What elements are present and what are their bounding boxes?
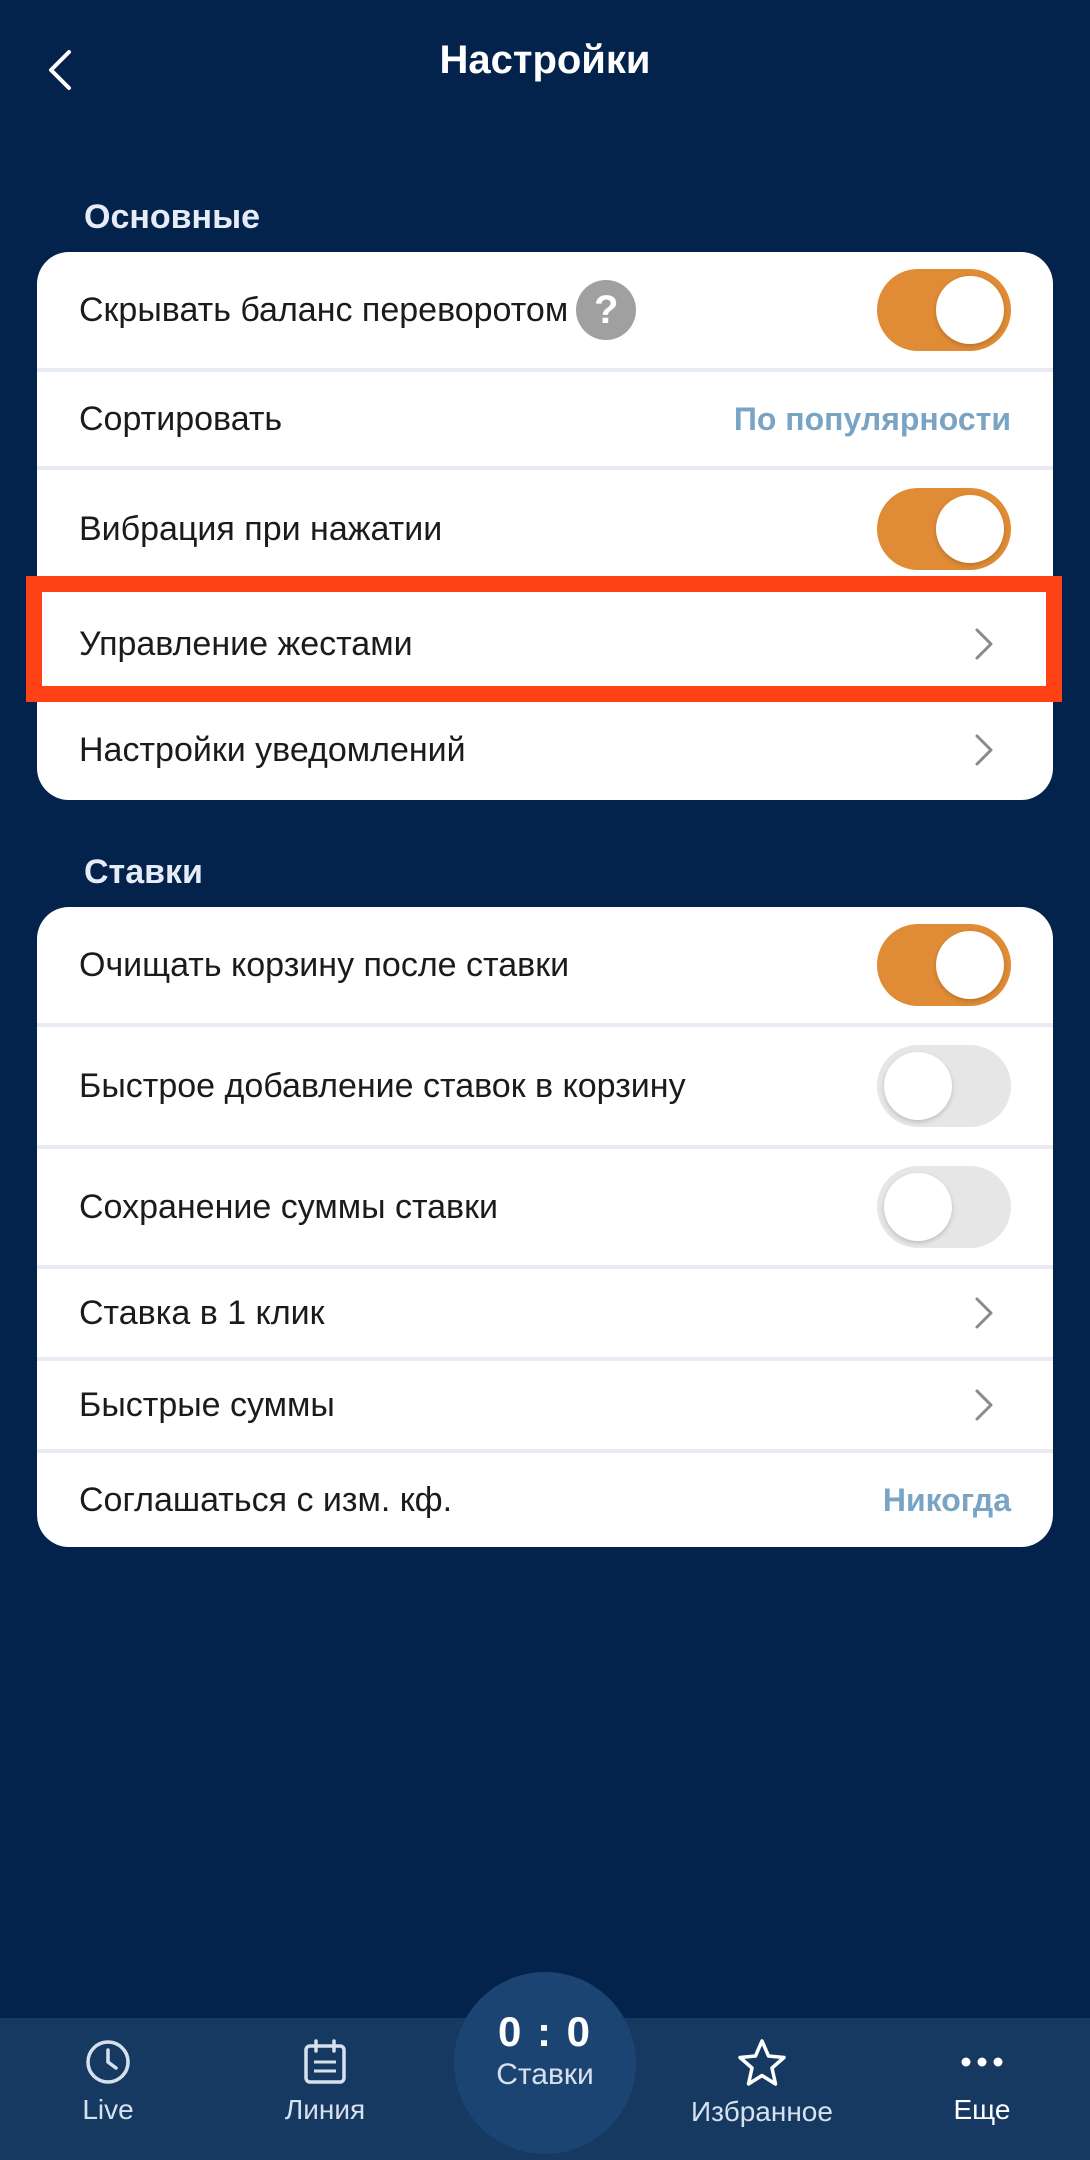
chevron-right-icon (975, 734, 993, 766)
bet-count: 0 : 0 (497, 2008, 593, 2055)
row-quick-amounts[interactable]: Быстрые суммы (37, 1361, 1053, 1453)
toggle-knob (936, 276, 1004, 344)
calendar-icon (304, 2039, 346, 2084)
toggle-quick-add[interactable] (877, 1045, 1011, 1127)
nav-favorites[interactable]: Избранное (662, 2038, 862, 2148)
toggle-knob (884, 1173, 952, 1241)
nav-live[interactable]: Live (8, 2038, 208, 2148)
row-label: Ставка в 1 клик (79, 1293, 325, 1332)
row-label: Настройки уведомлений (79, 730, 466, 769)
toggle-knob (936, 495, 1004, 563)
row-label: Сохранение суммы ставки (79, 1187, 498, 1226)
bet-slip-label: Ставки (496, 2058, 594, 2091)
page-title: Настройки (439, 38, 651, 82)
odds-change-value[interactable]: Никогда (883, 1482, 1011, 1519)
row-hide-balance[interactable]: Скрывать баланс переворотом ? (37, 252, 1053, 372)
toggle-clear-cart[interactable] (877, 924, 1011, 1006)
row-sort[interactable]: Сортировать По популярности (37, 372, 1053, 470)
settings-screen: Настройки Основные Скрывать баланс перев… (0, 0, 1090, 2160)
section-title-main: Основные (84, 198, 261, 236)
row-notifications[interactable]: Настройки уведомлений (37, 700, 1053, 800)
help-icon[interactable]: ? (576, 280, 637, 340)
clock-icon (86, 2040, 130, 2084)
row-save-amount[interactable]: Сохранение суммы ставки (37, 1149, 1053, 1269)
row-clear-cart[interactable]: Очищать корзину после ставки (37, 907, 1053, 1027)
row-one-click-bet[interactable]: Ставка в 1 клик (37, 1269, 1053, 1361)
row-vibration[interactable]: Вибрация при нажатии (37, 470, 1053, 592)
row-accept-odds-change[interactable]: Соглашаться с изм. кф. Никогда (37, 1453, 1053, 1547)
toggle-hide-balance[interactable] (877, 269, 1011, 351)
row-label: Вибрация при нажатии (79, 509, 443, 548)
chevron-right-icon (975, 1297, 993, 1329)
row-label: Соглашаться с изм. кф. (79, 1480, 453, 1519)
row-label: Быстрые суммы (79, 1385, 335, 1424)
more-dots-icon (961, 2057, 1003, 2067)
nav-label: Избранное (691, 2096, 833, 2127)
chevron-right-icon (975, 628, 993, 660)
nav-label: Live (82, 2094, 134, 2125)
nav-line[interactable]: Линия (225, 2038, 425, 2148)
toggle-knob (884, 1052, 952, 1120)
settings-card-main: Скрывать баланс переворотом ? Сортироват… (37, 252, 1053, 800)
sort-value[interactable]: По популярности (734, 401, 1011, 438)
settings-card-bets: Очищать корзину после ставки Быстрое доб… (37, 907, 1053, 1547)
header: Настройки (0, 0, 1090, 140)
nav-label: Линия (284, 2094, 366, 2125)
row-label: Быстрое добавление ставок в корзину (79, 1066, 686, 1105)
row-gesture-control[interactable]: Управление жестами (37, 592, 1053, 700)
row-label: Сортировать (79, 399, 283, 438)
nav-more[interactable]: Еще (882, 2038, 1082, 2148)
chevron-right-icon (975, 1389, 993, 1421)
bet-slip-button[interactable]: 0 : 0 Ставки (454, 1972, 636, 2154)
section-title-bets: Ставки (84, 853, 203, 891)
toggle-save-amount[interactable] (877, 1166, 1011, 1248)
row-label: Скрывать баланс переворотом (79, 290, 569, 329)
nav-label: Еще (953, 2094, 1011, 2125)
star-icon (738, 2039, 786, 2086)
row-quick-add[interactable]: Быстрое добавление ставок в корзину (37, 1027, 1053, 1149)
toggle-knob (936, 931, 1004, 999)
row-label: Управление жестами (79, 624, 413, 663)
toggle-vibration[interactable] (877, 488, 1011, 570)
row-label: Очищать корзину после ставки (79, 945, 570, 984)
